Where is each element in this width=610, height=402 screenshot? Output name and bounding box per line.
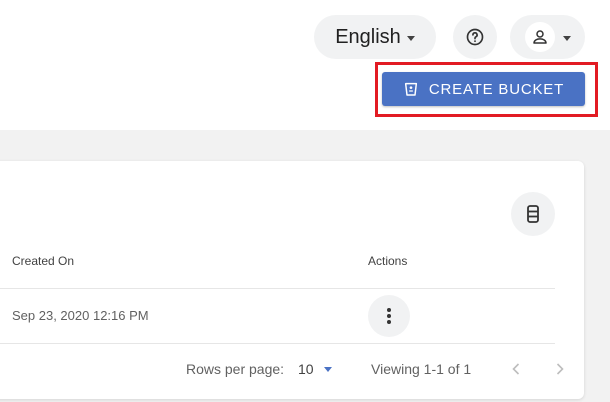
language-selector[interactable]: English [314, 15, 436, 59]
next-page-button[interactable] [550, 358, 570, 380]
kebab-icon [387, 308, 391, 324]
caret-down-icon [323, 366, 332, 372]
columns-button[interactable] [511, 192, 555, 236]
column-header-created-on: Created On [12, 254, 75, 268]
help-circle-icon [466, 28, 484, 46]
column-header-actions: Actions [368, 254, 408, 268]
chevron-left-icon [512, 363, 520, 375]
help-button[interactable] [453, 15, 497, 59]
caret-down-icon [562, 35, 571, 41]
header-divider [0, 288, 555, 289]
rows-per-page-select[interactable]: 10 [298, 361, 332, 377]
chevron-right-icon [556, 363, 564, 375]
bucket-icon [404, 82, 417, 96]
viewing-count: Viewing 1-1 of 1 [371, 361, 472, 377]
person-icon [532, 30, 547, 44]
avatar [524, 22, 555, 52]
rows-per-page-label: Rows per page: [186, 361, 285, 377]
create-bucket-label: CREATE BUCKET [428, 80, 565, 98]
previous-page-button[interactable] [506, 358, 526, 380]
user-menu-button[interactable] [510, 15, 585, 59]
rows-per-page-value: 10 [298, 361, 314, 377]
language-label: English [335, 25, 401, 48]
create-bucket-button[interactable]: CREATE BUCKET [382, 72, 585, 106]
caret-down-icon [406, 35, 415, 41]
columns-icon [527, 205, 539, 223]
buckets-table-card [0, 161, 584, 399]
row-actions-button[interactable] [368, 295, 410, 337]
row-divider [0, 343, 555, 344]
cell-created-on: Sep 23, 2020 12:16 PM [12, 308, 149, 323]
